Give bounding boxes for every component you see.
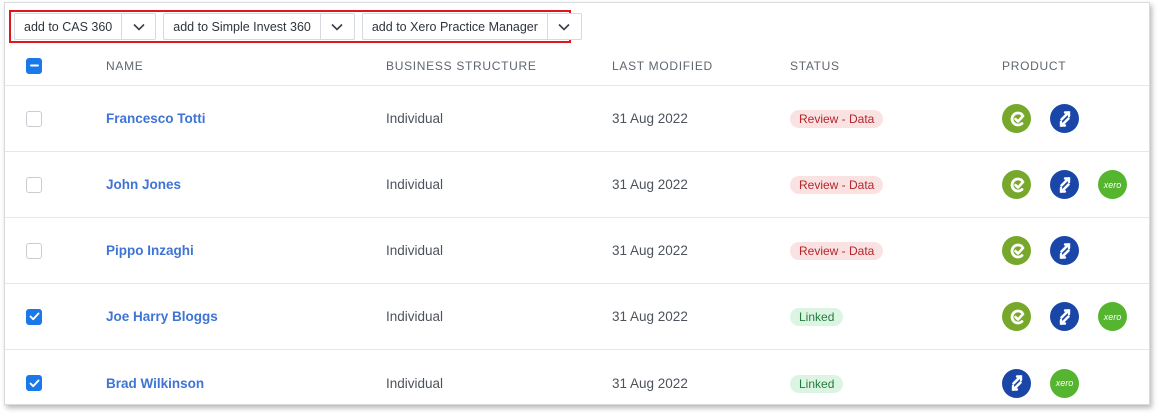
simple-invest-360-icon[interactable] — [1050, 104, 1079, 133]
table-header: NAME BUSINESS STRUCTURE LAST MODIFIED ST… — [5, 46, 1149, 86]
product-icons: xero — [1002, 302, 1146, 331]
row-checkbox[interactable] — [26, 242, 42, 259]
client-name-link[interactable]: Joe Harry Bloggs — [106, 309, 218, 324]
cas-360-icon[interactable] — [1002, 302, 1031, 331]
last-modified: 31 Aug 2022 — [612, 375, 688, 391]
table-row: Pippo Inzaghi Individual 31 Aug 2022 Review… — [5, 218, 1149, 284]
client-name-link[interactable]: John Jones — [106, 177, 181, 192]
business-structure: Individual — [386, 243, 444, 258]
business-structure: Individual — [386, 111, 444, 126]
xero-logo-text: xero — [1055, 378, 1074, 388]
table-row: John Jones Individual 31 Aug 2022 Review - … — [5, 152, 1149, 218]
cas-360-icon[interactable] — [1002, 170, 1031, 199]
column-header-product[interactable]: PRODUCT — [1002, 59, 1066, 73]
product-icons — [1002, 236, 1098, 265]
add-to-simple-invest-360-dropdown[interactable] — [319, 14, 354, 39]
bulk-action-toolbar: add to CAS 360 add to Simple Invest 360 … — [9, 10, 582, 43]
column-header-status[interactable]: STATUS — [790, 59, 840, 73]
business-structure: Individual — [386, 375, 444, 391]
xero-icon[interactable]: xero — [1098, 302, 1127, 331]
client-table-panel: add to CAS 360 add to Simple Invest 360 … — [4, 2, 1150, 405]
add-to-cas-360-split-button: add to CAS 360 — [14, 13, 157, 40]
table-row: Joe Harry Bloggs Individual 31 Aug 2022 Lin… — [5, 284, 1149, 350]
product-icons — [1002, 104, 1098, 133]
client-name-link[interactable]: Brad Wilkinson — [106, 376, 204, 391]
status-badge: Review - Data — [790, 110, 884, 128]
xero-logo-text: xero — [1103, 179, 1122, 190]
simple-invest-360-icon[interactable] — [1050, 170, 1079, 199]
table-row: Francesco Totti Individual 31 Aug 2022 Revi… — [5, 86, 1149, 152]
status-cell: Linked — [790, 308, 844, 326]
status-cell: Review - Data — [790, 110, 884, 128]
simple-invest-360-icon[interactable] — [1002, 368, 1031, 398]
indeterminate-icon — [29, 64, 39, 67]
xero-icon[interactable]: xero — [1050, 368, 1079, 398]
product-icons: xero — [1002, 368, 1098, 398]
cas-360-icon[interactable] — [1002, 236, 1031, 265]
add-to-xero-practice-manager-dropdown[interactable] — [546, 14, 581, 39]
row-checkbox[interactable] — [26, 110, 42, 127]
select-all-checkbox[interactable] — [26, 57, 42, 74]
status-badge: Review - Data — [790, 242, 884, 260]
column-header-name[interactable]: NAME — [106, 59, 143, 73]
row-checkbox[interactable] — [26, 176, 42, 193]
last-modified: 31 Aug 2022 — [612, 243, 688, 258]
table-row: Brad Wilkinson Individual 31 Aug 2022 Linke… — [5, 350, 1149, 404]
add-to-xero-practice-manager-split-button: add to Xero Practice Manager — [361, 13, 582, 40]
status-badge: Linked — [790, 374, 844, 393]
status-badge: Linked — [790, 308, 844, 326]
add-to-cas-360-button[interactable]: add to CAS 360 — [15, 14, 121, 39]
chevron-down-icon — [558, 23, 571, 31]
table-body: Francesco Totti Individual 31 Aug 2022 Revi… — [5, 86, 1149, 404]
clients-table: NAME BUSINESS STRUCTURE LAST MODIFIED ST… — [5, 46, 1149, 404]
add-to-simple-invest-360-button[interactable]: add to Simple Invest 360 — [164, 14, 320, 39]
chevron-down-icon — [133, 23, 145, 31]
checkmark-icon — [29, 379, 39, 387]
simple-invest-360-icon[interactable] — [1050, 302, 1079, 331]
last-modified: 31 Aug 2022 — [612, 111, 688, 126]
status-cell: Review - Data — [790, 242, 884, 260]
checkmark-icon — [29, 312, 39, 321]
row-checkbox[interactable] — [26, 308, 42, 325]
column-header-business-structure[interactable]: BUSINESS STRUCTURE — [386, 59, 537, 73]
status-cell: Review - Data — [790, 176, 884, 194]
product-icons: xero — [1002, 170, 1146, 199]
last-modified: 31 Aug 2022 — [612, 177, 688, 192]
business-structure: Individual — [386, 309, 444, 324]
xero-icon[interactable]: xero — [1098, 170, 1127, 199]
column-header-last-modified[interactable]: LAST MODIFIED — [612, 59, 713, 73]
business-structure: Individual — [386, 177, 444, 192]
add-to-simple-invest-360-split-button: add to Simple Invest 360 — [163, 13, 355, 40]
add-to-cas-360-dropdown[interactable] — [121, 14, 155, 39]
simple-invest-360-icon[interactable] — [1050, 236, 1079, 265]
add-to-xero-practice-manager-button[interactable]: add to Xero Practice Manager — [363, 14, 547, 39]
last-modified: 31 Aug 2022 — [612, 309, 688, 324]
cas-360-icon[interactable] — [1002, 104, 1031, 133]
row-checkbox[interactable] — [26, 375, 42, 391]
xero-logo-text: xero — [1103, 311, 1122, 322]
client-name-link[interactable]: Pippo Inzaghi — [106, 243, 194, 258]
chevron-down-icon — [331, 23, 343, 31]
client-name-link[interactable]: Francesco Totti — [106, 111, 206, 126]
status-badge: Review - Data — [790, 176, 884, 194]
status-cell: Linked — [790, 374, 844, 393]
